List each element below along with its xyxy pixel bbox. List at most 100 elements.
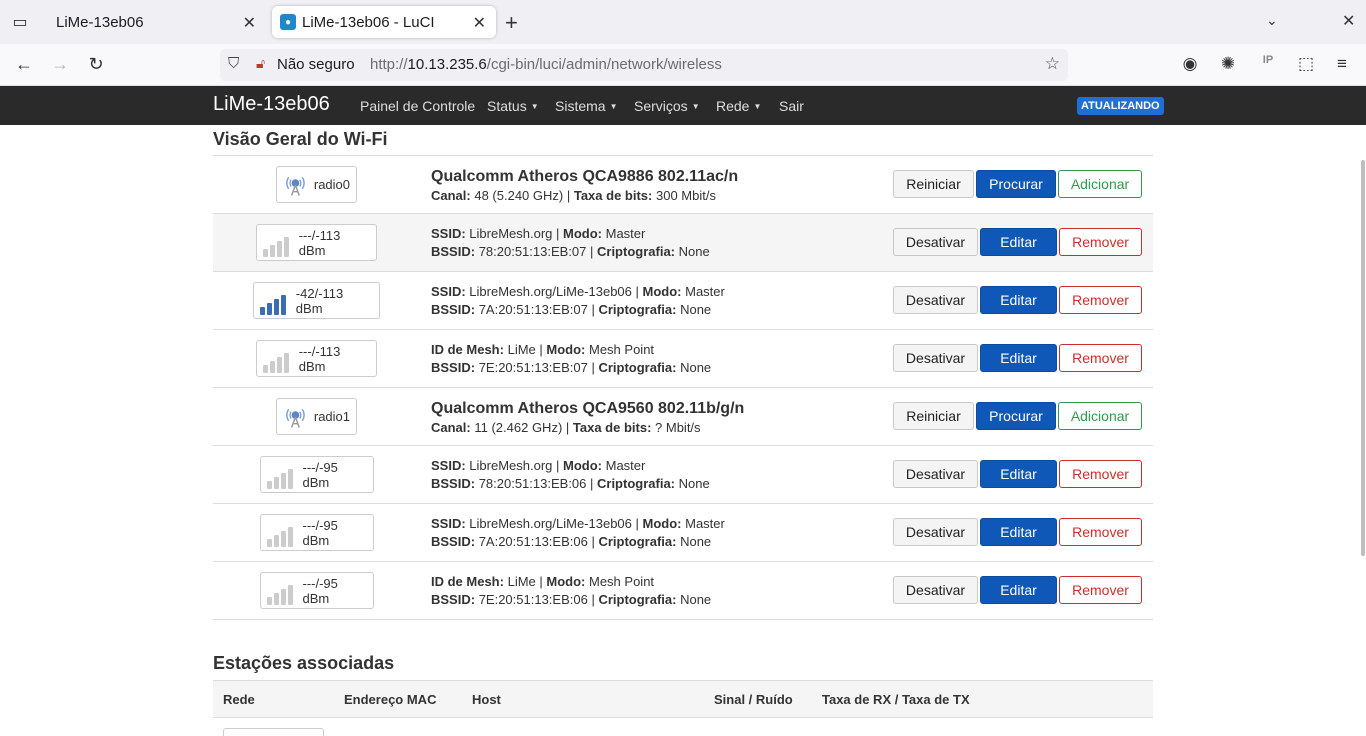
radio-badge: radio1 bbox=[276, 398, 357, 435]
station-network-badge bbox=[223, 728, 324, 736]
tab-title: LiMe-13eb06 - LuCI bbox=[302, 13, 435, 31]
extension-icon[interactable]: ✺ bbox=[1217, 54, 1239, 74]
browser-tab-1[interactable]: LiMe-13eb06 ✕ bbox=[44, 6, 266, 38]
remove-button[interactable]: Remover bbox=[1059, 228, 1142, 256]
col-rede: Rede bbox=[223, 692, 255, 707]
url-prefix: http:// bbox=[370, 56, 408, 73]
remove-button[interactable]: Remover bbox=[1059, 576, 1142, 604]
url-text[interactable]: http://10.13.235.6/cgi-bin/luci/admin/ne… bbox=[370, 56, 722, 73]
restart-button[interactable]: Reiniciar bbox=[893, 402, 974, 430]
add-button[interactable]: Adicionar bbox=[1058, 402, 1142, 430]
network-info: ID de Mesh: LiMe | Modo: Mesh Point BSSI… bbox=[431, 574, 712, 607]
back-icon[interactable]: ← bbox=[12, 54, 36, 75]
edit-button[interactable]: Editar bbox=[980, 518, 1057, 546]
menu-status[interactable]: Status ▼ bbox=[487, 98, 539, 114]
radio-name: radio0 bbox=[313, 177, 350, 192]
encryption-value: None bbox=[678, 476, 710, 491]
disable-button[interactable]: Desativar bbox=[893, 518, 978, 546]
col-host: Host bbox=[472, 692, 501, 707]
bookmark-star-icon[interactable]: ☆ bbox=[1045, 54, 1060, 74]
stations-table-body bbox=[213, 718, 1153, 736]
page-scrollbar[interactable] bbox=[1361, 160, 1365, 556]
tab-overview-icon[interactable]: ▭ bbox=[8, 11, 32, 33]
menu-servicos[interactable]: Serviços ▼ bbox=[634, 98, 700, 114]
edit-button[interactable]: Editar bbox=[980, 576, 1057, 604]
bssid-label: BSSID: bbox=[431, 302, 476, 317]
caret-down-icon: ▼ bbox=[609, 102, 618, 111]
menu-sistema[interactable]: Sistema ▼ bbox=[555, 98, 618, 114]
luci-header: LiMe-13eb06 Painel de Controle Status ▼ S… bbox=[0, 86, 1366, 125]
wifi-table: radio0 Qualcomm Atheros QCA9886 802.11ac… bbox=[213, 156, 1153, 620]
remove-button[interactable]: Remover bbox=[1059, 460, 1142, 488]
reload-icon[interactable]: ↻ bbox=[84, 54, 108, 75]
network-id: LibreMesh.org bbox=[469, 458, 553, 473]
id-label: SSID: bbox=[431, 516, 466, 531]
mode-value: Mesh Point bbox=[589, 342, 655, 357]
menu-label: Rede bbox=[716, 98, 750, 114]
network-id: LiMe bbox=[507, 342, 536, 357]
ip-extension-icon[interactable]: IP bbox=[1257, 54, 1279, 66]
encryption-label: Criptografia: bbox=[598, 592, 677, 607]
encryption-label: Criptografia: bbox=[598, 534, 677, 549]
shield-icon[interactable]: ⛉ bbox=[228, 55, 239, 72]
mode-value: Master bbox=[605, 226, 646, 241]
edit-button[interactable]: Editar bbox=[980, 344, 1057, 372]
disable-button[interactable]: Desativar bbox=[893, 344, 978, 372]
remove-button[interactable]: Remover bbox=[1059, 286, 1142, 314]
edit-button[interactable]: Editar bbox=[980, 460, 1057, 488]
network-row: -42/-113 dBm SSID: LibreMesh.org/LiMe-13… bbox=[213, 272, 1153, 330]
menu-sair[interactable]: Sair bbox=[779, 98, 804, 114]
edit-button[interactable]: Editar bbox=[980, 286, 1057, 314]
disable-button[interactable]: Desativar bbox=[893, 460, 978, 488]
signal-value: ---/-95 dBm bbox=[302, 575, 338, 606]
account-icon[interactable]: ◉ bbox=[1179, 54, 1201, 74]
status-badge[interactable]: ATUALIZANDO bbox=[1077, 97, 1164, 115]
menu-rede[interactable]: Rede ▼ bbox=[716, 98, 761, 114]
wifi-overview-title: Visão Geral do Wi-Fi bbox=[213, 125, 1153, 156]
disable-button[interactable]: Desativar bbox=[893, 286, 978, 314]
network-id: LibreMesh.org/LiMe-13eb06 bbox=[469, 516, 632, 531]
forward-icon[interactable]: → bbox=[48, 54, 72, 75]
network-row: ---/-95 dBm SSID: LibreMesh.org | Modo: … bbox=[213, 446, 1153, 504]
bssid-value: 7A:20:51:13:EB:06 bbox=[478, 534, 588, 549]
edit-button[interactable]: Editar bbox=[980, 228, 1057, 256]
signal-strength-icon bbox=[260, 287, 288, 315]
bssid-label: BSSID: bbox=[431, 476, 476, 491]
add-button[interactable]: Adicionar bbox=[1058, 170, 1142, 198]
scan-button[interactable]: Procurar bbox=[976, 170, 1056, 198]
browser-tab-2[interactable]: ● LiMe-13eb06 - LuCI ✕ bbox=[272, 6, 496, 38]
menu-icon[interactable]: ≡ bbox=[1331, 54, 1353, 74]
disable-button[interactable]: Desativar bbox=[893, 228, 978, 256]
chevron-down-icon[interactable]: ⌄ bbox=[1266, 12, 1278, 29]
remove-button[interactable]: Remover bbox=[1059, 344, 1142, 372]
mode-label: Modo: bbox=[563, 458, 602, 473]
mode-value: Master bbox=[685, 516, 725, 531]
brand-title[interactable]: LiMe-13eb06 bbox=[213, 93, 330, 116]
mode-value: Mesh Point bbox=[589, 574, 655, 589]
menu-painel[interactable]: Painel de Controle bbox=[360, 98, 475, 114]
id-label: ID de Mesh: bbox=[431, 342, 504, 357]
wireless-radio-icon bbox=[286, 408, 305, 428]
insecure-lock-icon[interactable]: 🔓︎ bbox=[256, 55, 265, 72]
puzzle-icon[interactable]: ⬚ bbox=[1295, 54, 1317, 74]
close-icon[interactable]: ✕ bbox=[243, 13, 256, 33]
restart-button[interactable]: Reiniciar bbox=[893, 170, 974, 198]
signal-badge: ---/-113 dBm bbox=[256, 340, 377, 377]
window-close-icon[interactable]: ✕ bbox=[1342, 11, 1355, 31]
signal-badge: ---/-95 dBm bbox=[260, 572, 374, 609]
radio-row: radio1 Qualcomm Atheros QCA9560 802.11b/… bbox=[213, 388, 1153, 446]
new-tab-icon[interactable]: + bbox=[505, 10, 518, 36]
encryption-value: None bbox=[680, 360, 712, 375]
url-bar[interactable]: ⛉ 🔓︎ Não seguro http://10.13.235.6/cgi-b… bbox=[220, 49, 1068, 81]
insecure-label[interactable]: Não seguro bbox=[277, 56, 355, 73]
bssid-value: 7E:20:51:13:EB:07 bbox=[478, 360, 588, 375]
remove-button[interactable]: Remover bbox=[1059, 518, 1142, 546]
scan-button[interactable]: Procurar bbox=[976, 402, 1056, 430]
disable-button[interactable]: Desativar bbox=[893, 576, 978, 604]
close-icon[interactable]: ✕ bbox=[473, 13, 486, 33]
mode-value: Master bbox=[685, 284, 725, 299]
bitrate-label: Taxa de bits: bbox=[573, 188, 653, 203]
signal-value: ---/-113 dBm bbox=[298, 343, 341, 374]
signal-badge: -42/-113 dBm bbox=[253, 282, 380, 319]
bssid-value: 78:20:51:13:EB:07 bbox=[478, 244, 587, 259]
